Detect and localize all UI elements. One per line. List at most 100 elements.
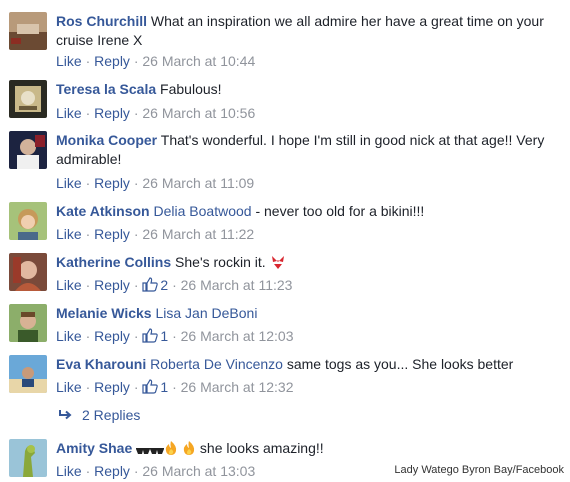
sunglasses-icon	[136, 442, 151, 461]
comment-actions: Like · Reply · 1 · 26 March at 12:03	[56, 328, 294, 346]
like-link[interactable]: Like	[56, 277, 82, 293]
comment-body: Katherine Collins She's rockin it.	[56, 253, 552, 275]
separator: ·	[133, 379, 139, 395]
comment-body: Amity Shae she looks amazing!!	[56, 439, 552, 461]
timestamp[interactable]: 26 March at 13:03	[142, 463, 255, 479]
like-link[interactable]: Like	[56, 463, 82, 479]
reply-arrow-icon	[58, 407, 72, 423]
avatar[interactable]	[9, 131, 47, 169]
separator: ·	[85, 328, 91, 344]
comment-text: she looks amazing!!	[199, 440, 324, 456]
reply-link[interactable]: Reply	[94, 53, 130, 69]
comment-body: Eva Kharouni Roberta De Vincenzo same to…	[56, 355, 552, 374]
comment-author[interactable]: Melanie Wicks	[56, 305, 152, 321]
like-count-value: 1	[160, 328, 169, 344]
timestamp[interactable]: 26 March at 12:03	[181, 328, 294, 344]
timestamp[interactable]: 26 March at 10:44	[142, 53, 255, 69]
separator: ·	[133, 328, 139, 344]
avatar[interactable]	[9, 304, 47, 342]
comment-author[interactable]: Ros Churchill	[56, 13, 147, 29]
comment-text: - never too old for a bikini!!!	[251, 203, 425, 219]
like-link[interactable]: Like	[56, 379, 82, 395]
comment-actions: Like · Reply · 26 March at 10:44	[56, 53, 255, 69]
separator: ·	[133, 277, 139, 293]
sunglasses-icon	[150, 442, 165, 461]
comment-text: She's rockin it.	[175, 254, 266, 270]
comment-author[interactable]: Eva Kharouni	[56, 356, 146, 372]
comment-actions: Like · Reply · 26 March at 10:56	[56, 105, 255, 121]
comment-body: Teresa la Scala Fabulous!	[56, 80, 552, 99]
like-count[interactable]: 1	[142, 379, 168, 395]
comment-author[interactable]: Amity Shae	[56, 440, 132, 456]
timestamp[interactable]: 26 March at 10:56	[142, 105, 255, 121]
reply-link[interactable]: Reply	[94, 379, 130, 395]
timestamp[interactable]: 26 March at 12:32	[181, 379, 294, 395]
reply-link[interactable]: Reply	[94, 105, 130, 121]
separator: ·	[85, 379, 91, 395]
fire-icon	[164, 440, 178, 461]
comment-text: Fabulous!	[160, 81, 222, 97]
separator: ·	[85, 277, 91, 293]
separator: ·	[133, 175, 139, 191]
comment-author[interactable]: Teresa la Scala	[56, 81, 156, 97]
avatar[interactable]	[9, 12, 47, 50]
separator: ·	[172, 277, 177, 293]
comment-body: Ros Churchill What an inspiration we all…	[56, 12, 552, 50]
mention-link[interactable]: Delia Boatwood	[154, 203, 252, 219]
view-replies-link[interactable]: 2 Replies	[58, 407, 140, 423]
comment-body: Kate Atkinson Delia Boatwood - never too…	[56, 202, 552, 221]
reply-link[interactable]: Reply	[94, 226, 130, 242]
avatar[interactable]	[9, 439, 47, 477]
thumbs-up-icon	[142, 277, 159, 295]
like-link[interactable]: Like	[56, 328, 82, 344]
fire-icon	[182, 440, 196, 461]
mention-link[interactable]: Roberta De Vincenzo	[150, 356, 283, 372]
bikini-emoji	[270, 254, 286, 275]
timestamp[interactable]: 26 March at 11:22	[142, 226, 254, 242]
separator: ·	[133, 463, 139, 479]
timestamp[interactable]: 26 March at 11:09	[142, 175, 254, 191]
reply-link[interactable]: Reply	[94, 175, 130, 191]
thumbs-up-icon	[142, 379, 159, 397]
separator: ·	[172, 328, 177, 344]
like-link[interactable]: Like	[56, 105, 82, 121]
comment-body: Melanie Wicks Lisa Jan DeBoni	[56, 304, 552, 323]
avatar[interactable]	[9, 202, 47, 240]
avatar[interactable]	[9, 355, 47, 393]
avatar[interactable]	[9, 253, 47, 291]
comment-actions: Like · Reply · 26 March at 13:03	[56, 463, 255, 479]
reply-link[interactable]: Reply	[94, 277, 130, 293]
separator: ·	[85, 105, 91, 121]
like-count[interactable]: 1	[142, 328, 168, 344]
like-link[interactable]: Like	[56, 226, 82, 242]
comment-actions: Like · Reply · 26 March at 11:22	[56, 226, 254, 242]
like-count-value: 2	[160, 277, 169, 293]
separator: ·	[133, 105, 139, 121]
comment-author[interactable]: Katherine Collins	[56, 254, 171, 270]
thumbs-up-icon	[142, 328, 159, 346]
separator: ·	[85, 463, 91, 479]
separator: ·	[133, 226, 139, 242]
like-link[interactable]: Like	[56, 53, 82, 69]
timestamp[interactable]: 26 March at 11:23	[181, 277, 293, 293]
separator: ·	[172, 379, 177, 395]
mention-link[interactable]: Lisa Jan DeBoni	[155, 305, 257, 321]
separator: ·	[85, 53, 91, 69]
comment-actions: Like · Reply · 1 · 26 March at 12:32	[56, 379, 294, 397]
comment-author[interactable]: Monika Cooper	[56, 132, 157, 148]
like-count[interactable]: 2	[142, 277, 168, 293]
comment-text: same togs as you... She looks better	[282, 356, 514, 372]
reply-link[interactable]: Reply	[94, 463, 130, 479]
comment-actions: Like · Reply · 26 March at 11:09	[56, 175, 254, 191]
comment-author[interactable]: Kate Atkinson	[56, 203, 150, 219]
like-count-value: 1	[160, 379, 169, 395]
separator: ·	[133, 53, 139, 69]
like-link[interactable]: Like	[56, 175, 82, 191]
reply-link[interactable]: Reply	[94, 328, 130, 344]
comment-body: Monika Cooper That's wonderful. I hope I…	[56, 131, 552, 169]
comment-actions: Like · Reply · 2 · 26 March at 11:23	[56, 277, 292, 295]
replies-count-label: 2 Replies	[82, 407, 141, 423]
separator: ·	[85, 175, 91, 191]
avatar[interactable]	[9, 80, 47, 118]
image-credit-caption: Lady Watego Byron Bay/Facebook	[388, 460, 570, 482]
